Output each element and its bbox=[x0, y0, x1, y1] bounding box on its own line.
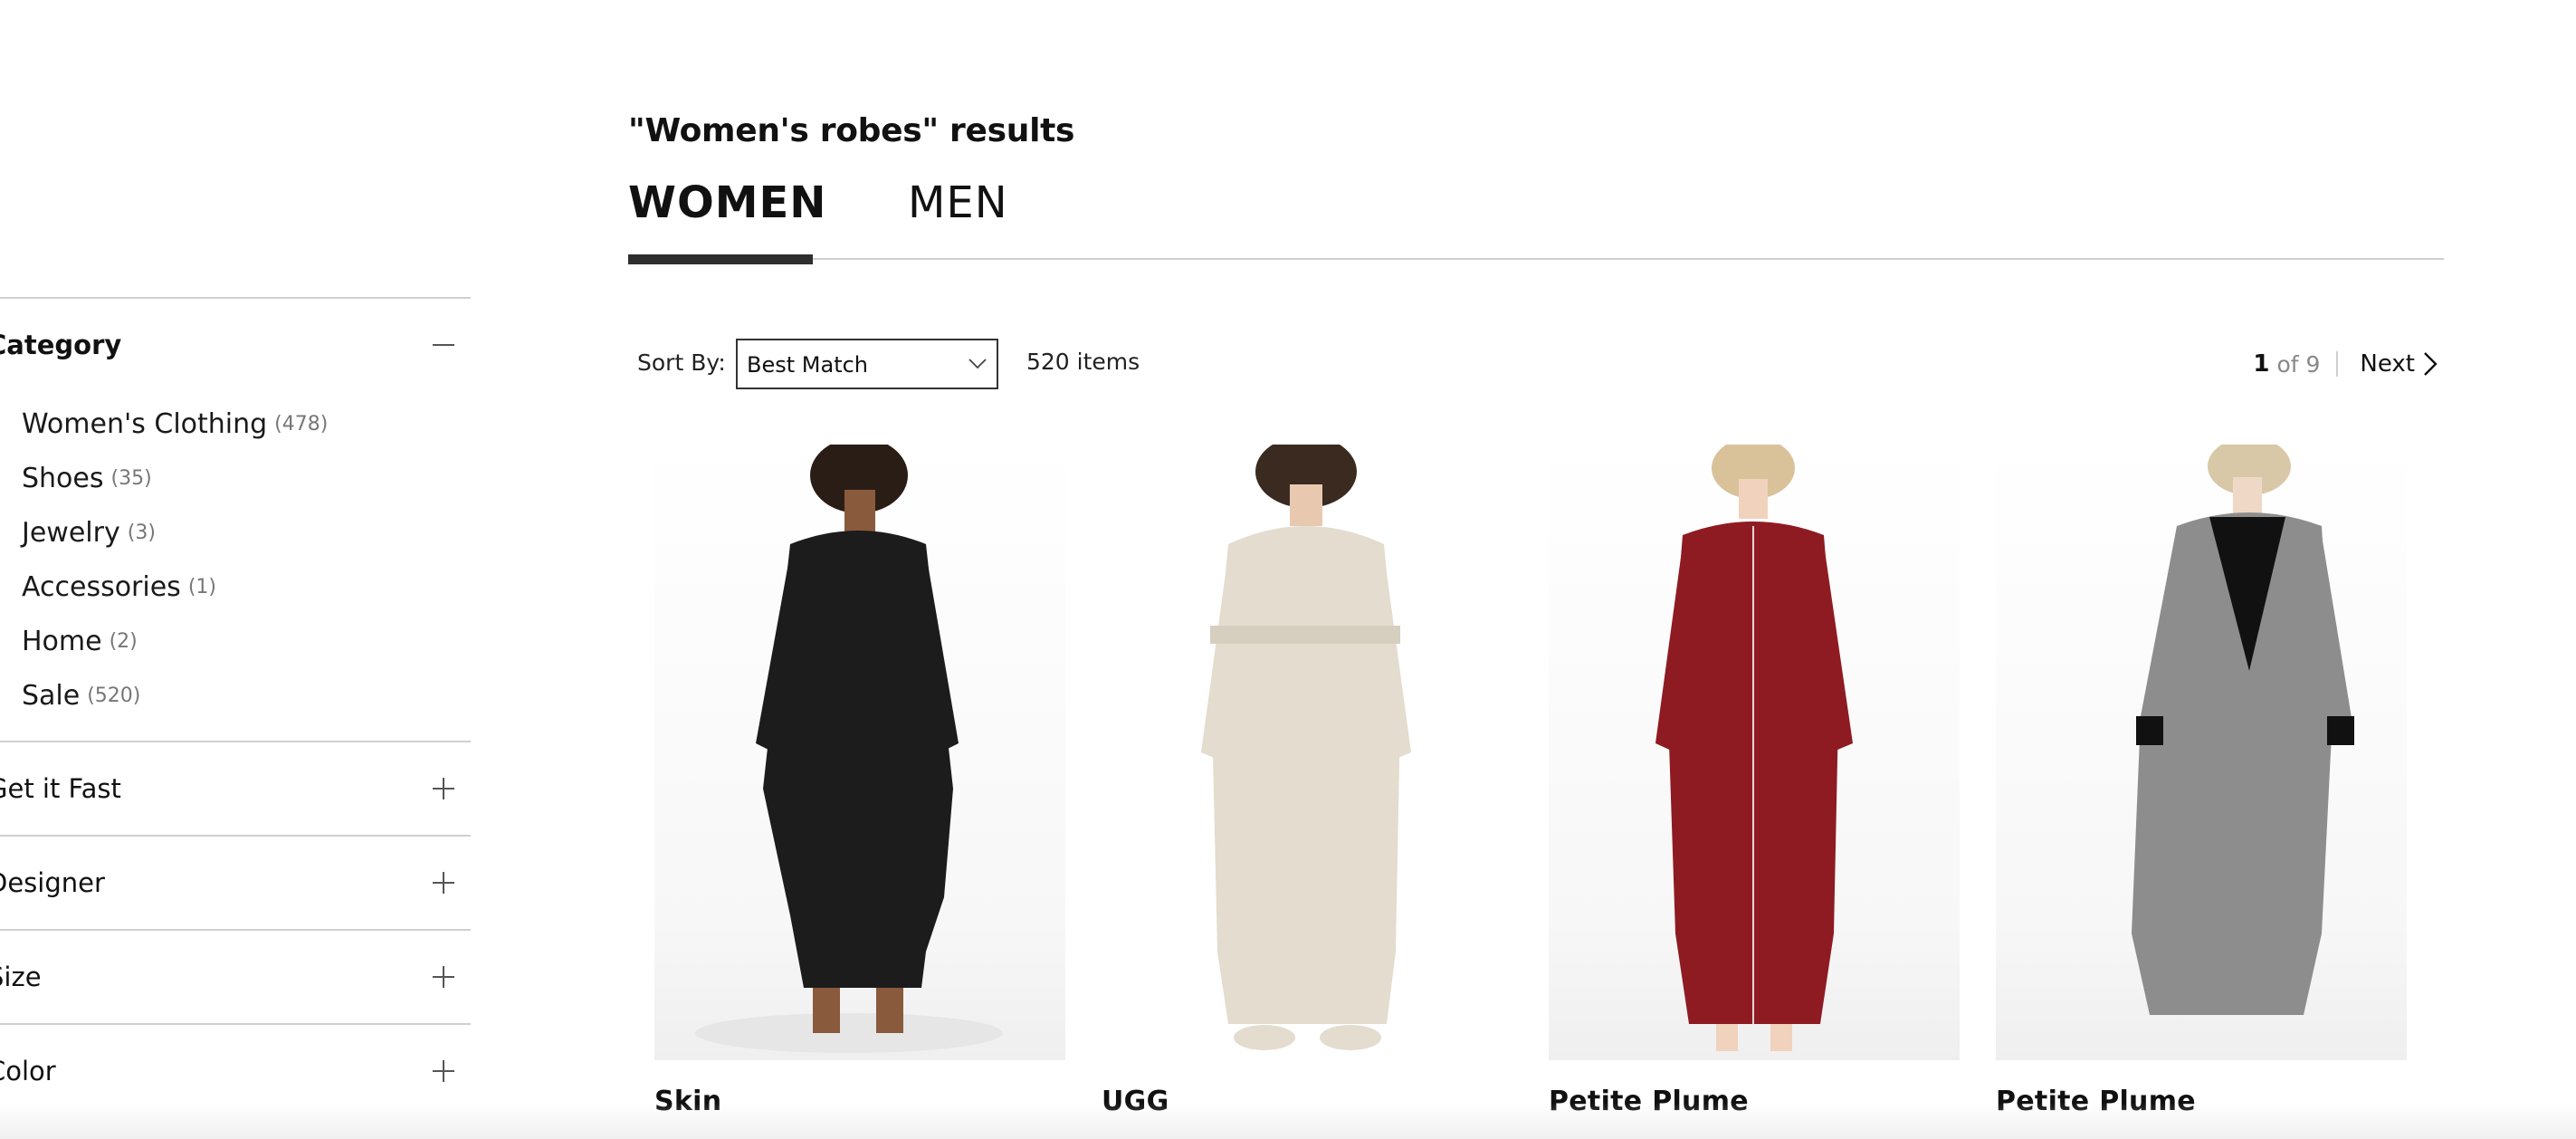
category-item-label: Home bbox=[22, 625, 102, 657]
category-item-count: (35) bbox=[110, 466, 152, 490]
product-brand[interactable]: Petite Plume bbox=[1549, 1086, 1960, 1117]
category-item-count: (1) bbox=[187, 575, 216, 598]
filter-sidebar: Category Women's Clothing (478) Shoes (35)… bbox=[0, 297, 471, 1117]
category-item-label: Shoes bbox=[22, 462, 104, 494]
category-item-sale[interactable]: Sale (520) bbox=[22, 668, 471, 723]
category-filter-header[interactable]: Category bbox=[0, 299, 471, 391]
results-title: "Women's robes" results bbox=[628, 112, 1075, 149]
product-card[interactable]: Skin bbox=[654, 445, 1065, 1117]
color-filter-header[interactable]: Color bbox=[0, 1025, 471, 1117]
sort-selected-value: Best Match bbox=[747, 352, 869, 378]
product-image[interactable] bbox=[1549, 445, 1960, 1060]
product-card[interactable]: Petite Plume bbox=[1996, 445, 2407, 1117]
category-item-count: (478) bbox=[274, 412, 329, 436]
chevron-right-icon bbox=[2424, 352, 2438, 376]
category-item-shoes[interactable]: Shoes (35) bbox=[22, 451, 471, 505]
product-card[interactable]: Petite Plume bbox=[1549, 445, 1960, 1117]
product-brand[interactable]: UGG bbox=[1102, 1086, 1512, 1117]
expand-icon[interactable] bbox=[433, 778, 454, 799]
category-item-label: Women's Clothing bbox=[22, 407, 268, 440]
category-item-count: (2) bbox=[109, 629, 138, 653]
product-grid: Skin UGG Petite Plume Petite Plume bbox=[654, 445, 2410, 1139]
chevron-down-icon bbox=[968, 359, 987, 369]
category-item-womens-clothing[interactable]: Women's Clothing (478) bbox=[22, 397, 471, 451]
item-count: 520 items bbox=[1026, 349, 1140, 375]
sort-bar: Sort By: Best Match 520 items 1 of 9 Nex… bbox=[637, 339, 2438, 389]
tab-men[interactable]: MEN bbox=[908, 177, 1008, 228]
get-it-fast-filter-title: Get it Fast bbox=[0, 773, 121, 804]
category-item-label: Jewelry bbox=[22, 516, 120, 549]
designer-filter-title: Designer bbox=[0, 867, 105, 898]
next-page-label: Next bbox=[2360, 350, 2415, 378]
product-card[interactable]: UGG bbox=[1102, 445, 1512, 1117]
tab-women[interactable]: WOMEN bbox=[628, 177, 826, 228]
category-item-label: Accessories bbox=[22, 570, 181, 603]
category-item-count: (3) bbox=[127, 521, 156, 544]
active-tab-indicator bbox=[628, 254, 813, 264]
pagination: 1 of 9 Next bbox=[2253, 346, 2438, 382]
robe-figure bbox=[695, 445, 1003, 1053]
category-item-home[interactable]: Home (2) bbox=[22, 614, 471, 668]
size-filter-header[interactable]: Size bbox=[0, 931, 471, 1023]
designer-filter-header[interactable]: Designer bbox=[0, 837, 471, 929]
robe-figure bbox=[1655, 445, 1853, 1051]
collapse-icon[interactable] bbox=[433, 334, 454, 356]
divider bbox=[628, 258, 2444, 260]
expand-icon[interactable] bbox=[433, 966, 454, 988]
next-page-button[interactable]: Next bbox=[2360, 350, 2438, 378]
robe-figure bbox=[2132, 445, 2354, 1015]
product-image[interactable] bbox=[654, 445, 1065, 1060]
category-filter-title: Category bbox=[0, 330, 122, 360]
category-item-count: (520) bbox=[87, 684, 141, 707]
divider bbox=[2336, 351, 2339, 377]
category-item-label: Sale bbox=[22, 679, 81, 712]
size-filter-title: Size bbox=[0, 962, 42, 992]
category-item-jewelry[interactable]: Jewelry (3) bbox=[22, 505, 471, 560]
search-results-page: Category Women's Clothing (478) Shoes (35)… bbox=[0, 0, 2576, 1139]
robe-figure bbox=[1201, 445, 1411, 1050]
color-filter-title: Color bbox=[0, 1056, 56, 1086]
product-brand[interactable]: Petite Plume bbox=[1996, 1086, 2407, 1117]
sort-dropdown[interactable]: Best Match bbox=[736, 339, 998, 389]
category-list: Women's Clothing (478) Shoes (35) Jewelry (… bbox=[0, 391, 471, 741]
product-image[interactable] bbox=[1102, 445, 1512, 1060]
category-item-accessories[interactable]: Accessories (1) bbox=[22, 560, 471, 614]
product-brand[interactable]: Skin bbox=[654, 1086, 1065, 1117]
expand-icon[interactable] bbox=[433, 1060, 454, 1082]
get-it-fast-filter-header[interactable]: Get it Fast bbox=[0, 742, 471, 835]
product-image[interactable] bbox=[1996, 445, 2407, 1060]
expand-icon[interactable] bbox=[433, 872, 454, 894]
total-pages: of 9 bbox=[2276, 350, 2321, 378]
current-page: 1 bbox=[2253, 350, 2270, 378]
gender-tabs: WOMEN MEN bbox=[628, 177, 2444, 264]
sort-label: Sort By: bbox=[637, 349, 726, 376]
